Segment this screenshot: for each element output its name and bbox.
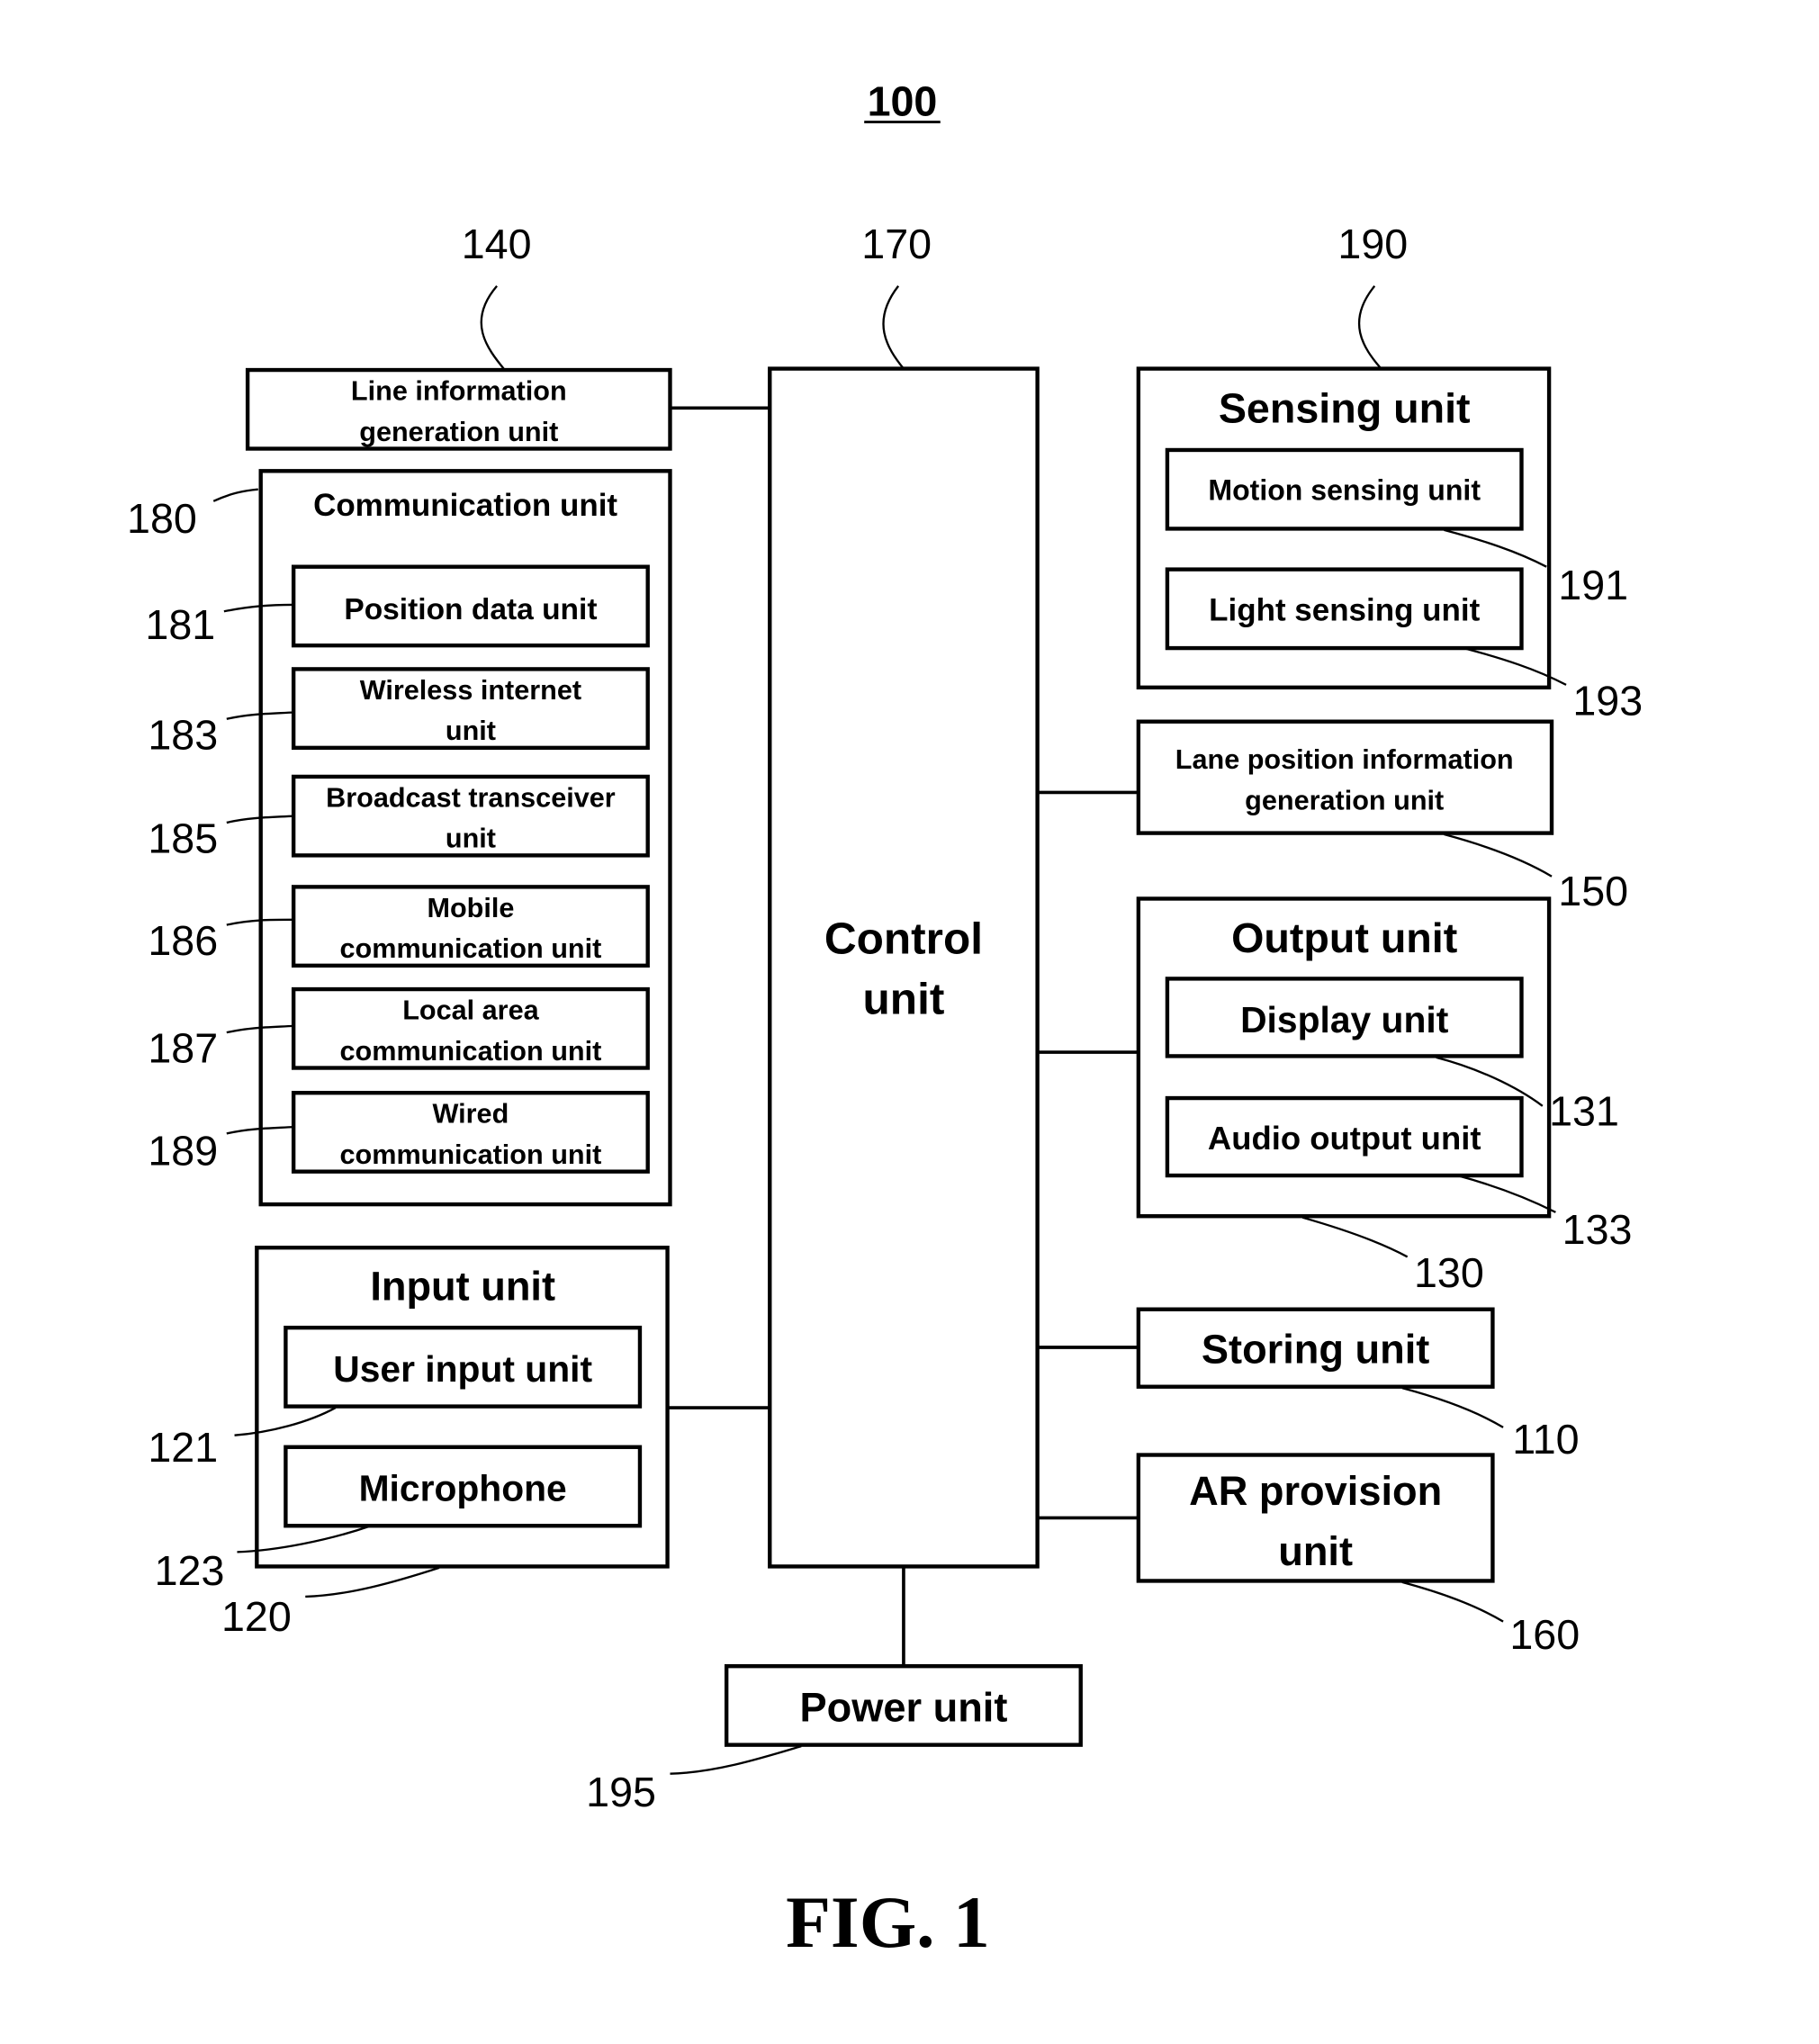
broadcast-transceiver-unit: Broadcast transceiver unit bbox=[291, 774, 650, 858]
svg-text:unit: unit bbox=[1278, 1528, 1353, 1574]
svg-text:Mobile: Mobile bbox=[427, 893, 514, 923]
ref-193: 193 bbox=[1572, 677, 1643, 724]
ref-183: 183 bbox=[148, 711, 218, 758]
ref-191: 191 bbox=[1558, 562, 1628, 608]
audio-output-unit: Audio output unit bbox=[1165, 1095, 1524, 1178]
ref-123: 123 bbox=[155, 1547, 225, 1594]
svg-text:Storing unit: Storing unit bbox=[1202, 1326, 1429, 1372]
svg-text:Wireless internet: Wireless internet bbox=[360, 675, 581, 706]
svg-text:Wired: Wired bbox=[433, 1099, 509, 1130]
svg-text:Local area: Local area bbox=[402, 995, 539, 1026]
local-area-communication-unit: Local area communication unit bbox=[291, 986, 650, 1070]
ref-180: 180 bbox=[127, 495, 197, 542]
wireless-internet-unit: Wireless internet unit bbox=[291, 667, 650, 751]
svg-text:unit: unit bbox=[446, 716, 496, 746]
svg-text:Control: Control bbox=[824, 914, 983, 964]
mobile-communication-unit: Mobile communication unit bbox=[291, 885, 650, 968]
svg-text:Input unit: Input unit bbox=[370, 1264, 555, 1310]
ar-provision-unit: AR provision unit bbox=[1136, 1453, 1495, 1583]
ref-195: 195 bbox=[586, 1769, 656, 1815]
ref-120: 120 bbox=[221, 1593, 292, 1640]
svg-text:Audio output unit: Audio output unit bbox=[1208, 1120, 1481, 1157]
leader-190 bbox=[1357, 285, 1382, 370]
svg-text:Position data unit: Position data unit bbox=[344, 593, 597, 626]
line-information-generation-unit: Line information generation unit bbox=[245, 367, 672, 451]
display-unit: Display unit bbox=[1165, 977, 1524, 1058]
ref-140: 140 bbox=[462, 221, 532, 267]
svg-text:Sensing unit: Sensing unit bbox=[1219, 384, 1471, 431]
ref-160: 160 bbox=[1509, 1611, 1580, 1658]
ref-121: 121 bbox=[148, 1424, 218, 1471]
svg-text:Lane position information: Lane position information bbox=[1175, 744, 1514, 775]
svg-text:unit: unit bbox=[446, 824, 496, 854]
microphone: Microphone bbox=[284, 1445, 643, 1528]
svg-text:Motion sensing unit: Motion sensing unit bbox=[1208, 473, 1481, 506]
svg-text:Microphone: Microphone bbox=[359, 1468, 567, 1509]
ref-181: 181 bbox=[145, 601, 215, 648]
power-unit: Power unit bbox=[724, 1664, 1083, 1747]
user-input-unit: User input unit bbox=[284, 1325, 643, 1409]
svg-text:Broadcast transceiver: Broadcast transceiver bbox=[326, 782, 616, 813]
svg-text:Light sensing unit: Light sensing unit bbox=[1209, 592, 1480, 627]
leader-130 bbox=[1301, 1216, 1409, 1258]
light-sensing-unit: Light sensing unit bbox=[1165, 567, 1524, 651]
svg-text:communication unit: communication unit bbox=[340, 933, 602, 964]
svg-text:AR provision: AR provision bbox=[1189, 1468, 1442, 1514]
ref-185: 185 bbox=[148, 815, 218, 861]
leader-140 bbox=[480, 285, 506, 371]
ref-110: 110 bbox=[1512, 1416, 1579, 1463]
svg-text:generation unit: generation unit bbox=[359, 417, 558, 447]
ref-131: 131 bbox=[1549, 1088, 1619, 1135]
leader-195 bbox=[670, 1744, 802, 1775]
ref-187: 187 bbox=[148, 1025, 218, 1072]
lane-position-information-generation-unit: Lane position information generation uni… bbox=[1136, 719, 1554, 835]
leader-110 bbox=[1401, 1387, 1504, 1428]
leader-170 bbox=[882, 285, 905, 370]
svg-text:Communication unit: Communication unit bbox=[313, 488, 617, 523]
control-unit: Control unit bbox=[768, 366, 1040, 1569]
ref-186: 186 bbox=[148, 917, 218, 964]
figure-caption: FIG. 1 bbox=[786, 1881, 990, 1963]
ref-133: 133 bbox=[1562, 1206, 1633, 1253]
position-data-unit: Position data unit bbox=[291, 564, 650, 648]
leader-150 bbox=[1444, 833, 1553, 878]
svg-text:Output unit: Output unit bbox=[1231, 914, 1457, 961]
leader-120 bbox=[305, 1566, 440, 1598]
leader-160 bbox=[1401, 1580, 1504, 1623]
ref-189: 189 bbox=[148, 1127, 218, 1174]
svg-text:Power unit: Power unit bbox=[799, 1684, 1007, 1730]
leader-180 bbox=[212, 488, 258, 502]
storing-unit: Storing unit bbox=[1136, 1307, 1495, 1389]
svg-text:communication unit: communication unit bbox=[340, 1139, 602, 1170]
svg-text:communication unit: communication unit bbox=[340, 1036, 602, 1067]
svg-text:unit: unit bbox=[863, 974, 945, 1024]
ref-150: 150 bbox=[1558, 868, 1628, 914]
svg-text:Line information: Line information bbox=[351, 376, 567, 407]
ref-170: 170 bbox=[861, 221, 932, 267]
figure-number: 100 bbox=[868, 77, 938, 124]
wired-communication-unit: Wired communication unit bbox=[291, 1091, 650, 1174]
block-diagram: 100 Line information generation unit Com… bbox=[127, 77, 1643, 1963]
ref-130: 130 bbox=[1414, 1249, 1484, 1296]
motion-sensing-unit: Motion sensing unit bbox=[1165, 447, 1524, 531]
ref-190: 190 bbox=[1337, 221, 1408, 267]
svg-text:Display unit: Display unit bbox=[1240, 999, 1449, 1040]
svg-text:generation unit: generation unit bbox=[1245, 785, 1444, 815]
svg-text:User input unit: User input unit bbox=[333, 1348, 592, 1390]
